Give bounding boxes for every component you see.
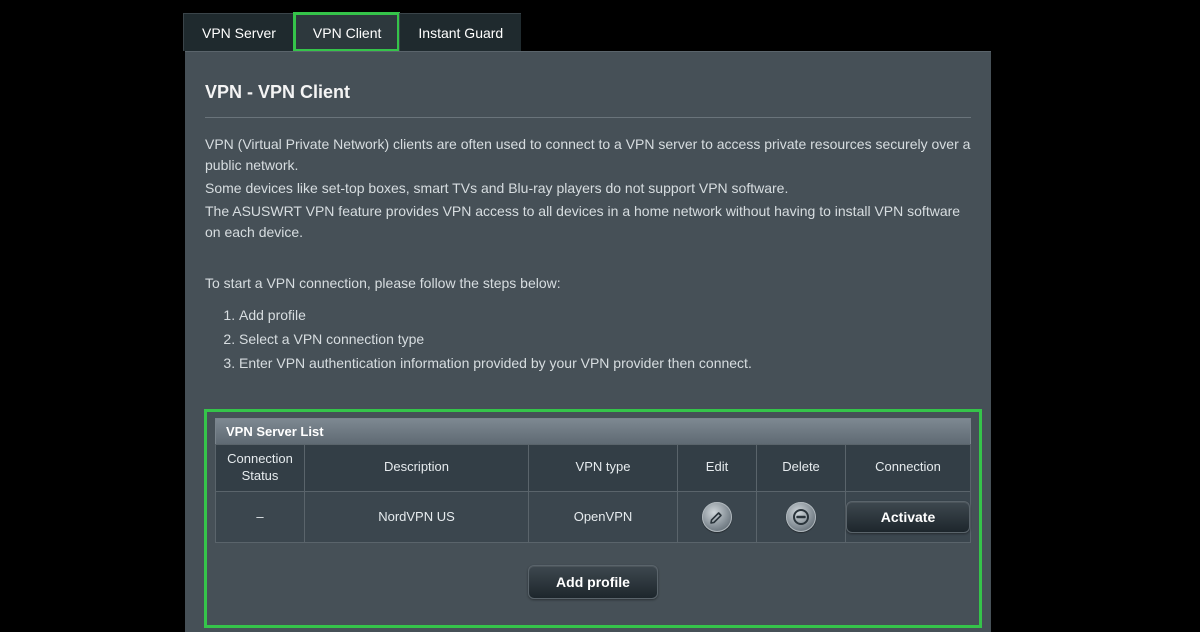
tab-bar: VPN Server VPN Client Instant Guard — [183, 13, 521, 51]
step-1: Add profile — [239, 304, 971, 328]
cell-edit — [678, 491, 757, 542]
steps-list: Add profile Select a VPN connection type… — [239, 304, 971, 375]
col-header-status: Connection Status — [216, 445, 305, 492]
desc-line-2: Some devices like set-top boxes, smart T… — [205, 178, 971, 199]
edit-button[interactable] — [702, 502, 732, 532]
table-header-row: Connection Status Description VPN type E… — [216, 445, 971, 492]
col-header-connection: Connection — [846, 445, 971, 492]
col-header-edit: Edit — [678, 445, 757, 492]
activate-button[interactable]: Activate — [846, 501, 970, 533]
description-block: VPN (Virtual Private Network) clients ar… — [205, 134, 971, 375]
desc-line-1: VPN (Virtual Private Network) clients ar… — [205, 134, 971, 176]
tab-vpn-server[interactable]: VPN Server — [183, 13, 294, 51]
cell-status: – — [216, 491, 305, 542]
vpn-server-list-section: VPN Server List Connection Status Descri… — [204, 409, 982, 628]
table-row: – NordVPN US OpenVPN — [216, 491, 971, 542]
col-header-vpntype: VPN type — [529, 445, 678, 492]
steps-intro: To start a VPN connection, please follow… — [205, 273, 971, 294]
page-title: VPN - VPN Client — [205, 82, 971, 103]
col-header-description: Description — [305, 445, 529, 492]
cell-description: NordVPN US — [305, 491, 529, 542]
vpn-server-table: Connection Status Description VPN type E… — [215, 444, 971, 543]
cell-connection: Activate — [846, 491, 971, 542]
delete-button[interactable] — [786, 502, 816, 532]
cell-delete — [757, 491, 846, 542]
tab-instant-guard[interactable]: Instant Guard — [399, 13, 521, 51]
step-2: Select a VPN connection type — [239, 328, 971, 352]
divider — [205, 117, 971, 118]
minus-circle-icon — [792, 508, 810, 526]
step-3: Enter VPN authentication information pro… — [239, 352, 971, 376]
add-profile-button[interactable]: Add profile — [528, 565, 658, 599]
server-list-title: VPN Server List — [215, 418, 971, 444]
tab-vpn-client[interactable]: VPN Client — [294, 13, 399, 51]
pencil-icon — [709, 509, 725, 525]
cell-vpntype: OpenVPN — [529, 491, 678, 542]
col-header-delete: Delete — [757, 445, 846, 492]
desc-line-3: The ASUSWRT VPN feature provides VPN acc… — [205, 201, 971, 243]
